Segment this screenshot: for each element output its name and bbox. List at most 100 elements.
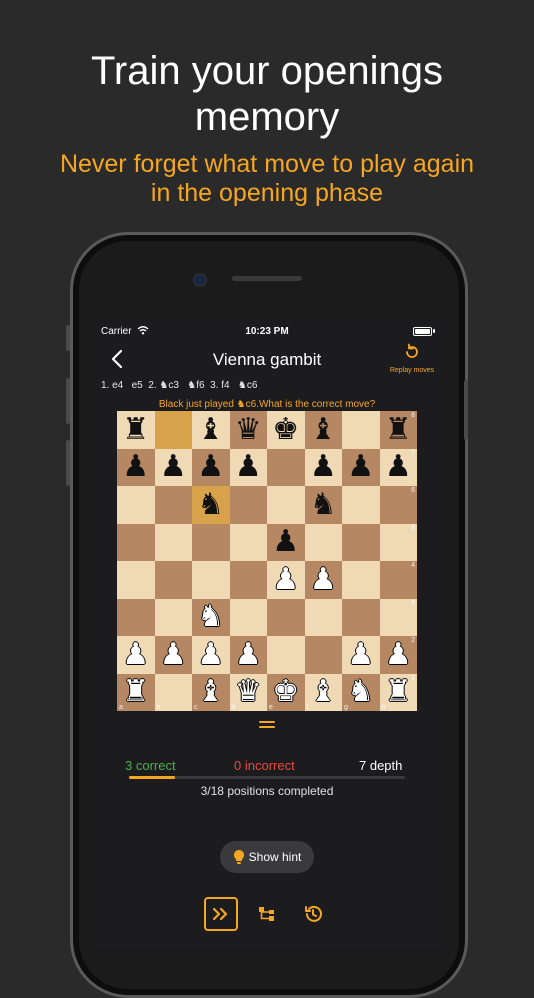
square-a4[interactable] xyxy=(117,561,155,599)
square-f8[interactable]: ♝ xyxy=(304,411,343,449)
square-g8[interactable] xyxy=(342,411,380,449)
square-f4[interactable]: ♟ xyxy=(304,561,343,599)
black-pawn-piece[interactable]: ♟ xyxy=(230,449,268,487)
square-d7[interactable]: ♟ xyxy=(229,448,268,487)
square-h4[interactable]: 4 xyxy=(379,561,417,599)
square-d5[interactable] xyxy=(229,523,267,561)
black-pawn-piece[interactable]: ♟ xyxy=(155,449,193,487)
square-c2[interactable]: ♟ xyxy=(192,636,230,674)
white-pawn-piece[interactable]: ♟ xyxy=(230,636,268,674)
square-c1[interactable]: c ♝ xyxy=(192,673,230,712)
square-c6[interactable]: ♞ xyxy=(192,486,230,524)
white-pawn-piece[interactable]: ♟ xyxy=(342,636,380,674)
opening-tree-button[interactable] xyxy=(250,897,284,931)
square-d2[interactable]: ♟ xyxy=(229,636,268,674)
square-e6[interactable] xyxy=(267,486,305,524)
square-f3[interactable] xyxy=(304,598,342,636)
square-d4[interactable] xyxy=(229,561,267,599)
black-king-piece[interactable]: ♚ xyxy=(267,411,305,449)
square-g5[interactable] xyxy=(342,523,380,561)
square-e2[interactable] xyxy=(267,636,305,674)
square-a5[interactable] xyxy=(117,523,155,561)
square-e4[interactable]: ♟ xyxy=(267,561,305,599)
white-pawn-piece[interactable]: ♟ xyxy=(305,561,343,599)
square-d6[interactable] xyxy=(229,486,267,524)
black-pawn-piece[interactable]: ♟ xyxy=(305,449,343,487)
square-b5[interactable] xyxy=(154,523,192,561)
square-h5[interactable]: 5 xyxy=(379,523,417,561)
black-rook-piece[interactable]: ♜ xyxy=(380,411,418,449)
square-d1[interactable]: d ♛ xyxy=(229,673,268,712)
black-queen-piece[interactable]: ♛ xyxy=(230,411,268,449)
square-e7[interactable] xyxy=(267,448,305,486)
black-knight-piece[interactable]: ♞ xyxy=(305,486,343,524)
square-g2[interactable]: ♟ xyxy=(342,636,380,674)
black-bishop-piece[interactable]: ♝ xyxy=(305,411,343,449)
white-queen-piece[interactable]: ♛ xyxy=(230,674,268,712)
square-a3[interactable] xyxy=(117,598,155,636)
square-c5[interactable] xyxy=(192,523,230,561)
drag-handle-icon[interactable] xyxy=(259,721,275,731)
square-a8[interactable]: ♜ xyxy=(117,411,155,449)
white-pawn-piece[interactable]: ♟ xyxy=(192,636,230,674)
square-g7[interactable]: ♟ xyxy=(342,448,380,487)
square-d3[interactable] xyxy=(229,598,267,636)
white-rook-piece[interactable]: ♜ xyxy=(117,674,155,712)
square-f1[interactable]: f ♝ xyxy=(304,673,343,712)
square-e8[interactable]: ♚ xyxy=(267,411,305,449)
black-pawn-piece[interactable]: ♟ xyxy=(342,449,380,487)
black-pawn-piece[interactable]: ♟ xyxy=(267,524,305,562)
square-g3[interactable] xyxy=(342,598,380,636)
square-g6[interactable] xyxy=(342,486,380,524)
white-bishop-piece[interactable]: ♝ xyxy=(192,674,230,712)
square-a6[interactable] xyxy=(117,486,155,524)
square-c8[interactable]: ♝ xyxy=(192,411,230,449)
square-f5[interactable] xyxy=(304,523,342,561)
square-b8[interactable] xyxy=(154,411,192,449)
square-c7[interactable]: ♟ xyxy=(192,448,230,487)
white-pawn-piece[interactable]: ♟ xyxy=(267,561,305,599)
square-f6[interactable]: ♞ xyxy=(304,486,343,524)
square-f2[interactable] xyxy=(304,636,342,674)
square-h3[interactable]: 3 xyxy=(379,598,417,636)
square-b2[interactable]: ♟ xyxy=(154,636,193,674)
square-e5[interactable]: ♟ xyxy=(267,523,305,562)
fast-forward-button[interactable] xyxy=(204,897,238,931)
black-bishop-piece[interactable]: ♝ xyxy=(192,411,230,449)
white-knight-piece[interactable]: ♞ xyxy=(342,674,380,712)
square-g4[interactable] xyxy=(342,561,380,599)
white-pawn-piece[interactable]: ♟ xyxy=(117,636,155,674)
square-b7[interactable]: ♟ xyxy=(154,448,193,487)
square-h7[interactable]: 7 ♟ xyxy=(379,448,418,487)
chess-board[interactable]: ♜ ♝ ♛ ♚ ♝ 8 ♜ ♟ ♟ ♟ ♟ ♟ ♟ 7 ♟ ♞ ♞ 6 ♟ 5 ♟ ♟ 4 ♞ 3 ♟ ♟ ♟ ♟ ♟ 2 ♟ a ♜ b c ♝ d ♛ e… xyxy=(117,411,417,711)
black-pawn-piece[interactable]: ♟ xyxy=(192,449,230,487)
history-button[interactable] xyxy=(296,897,330,931)
white-pawn-piece[interactable]: ♟ xyxy=(380,636,418,674)
square-h6[interactable]: 6 xyxy=(379,486,417,524)
white-bishop-piece[interactable]: ♝ xyxy=(305,674,343,712)
square-b3[interactable] xyxy=(154,598,192,636)
square-e1[interactable]: e ♚ xyxy=(267,673,305,712)
square-h8[interactable]: 8 ♜ xyxy=(379,411,418,449)
square-g1[interactable]: g ♞ xyxy=(342,673,380,712)
square-a2[interactable]: ♟ xyxy=(117,636,155,674)
black-pawn-piece[interactable]: ♟ xyxy=(117,449,155,487)
square-h2[interactable]: 2 ♟ xyxy=(379,636,418,674)
white-pawn-piece[interactable]: ♟ xyxy=(155,636,193,674)
square-c4[interactable] xyxy=(192,561,230,599)
square-e3[interactable] xyxy=(267,598,305,636)
square-b1[interactable]: b xyxy=(154,673,192,711)
black-knight-piece[interactable]: ♞ xyxy=(192,486,230,524)
square-f7[interactable]: ♟ xyxy=(304,448,343,487)
square-a1[interactable]: a ♜ xyxy=(117,673,155,712)
square-d8[interactable]: ♛ xyxy=(229,411,268,449)
white-rook-piece[interactable]: ♜ xyxy=(380,674,418,712)
white-king-piece[interactable]: ♚ xyxy=(267,674,305,712)
show-hint-button[interactable]: Show hint xyxy=(220,841,314,873)
square-b4[interactable] xyxy=(154,561,192,599)
replay-moves-button[interactable]: Replay moves xyxy=(385,343,439,377)
black-rook-piece[interactable]: ♜ xyxy=(117,411,155,449)
square-c3[interactable]: ♞ xyxy=(192,598,230,636)
black-pawn-piece[interactable]: ♟ xyxy=(380,449,418,487)
square-b6[interactable] xyxy=(154,486,192,524)
